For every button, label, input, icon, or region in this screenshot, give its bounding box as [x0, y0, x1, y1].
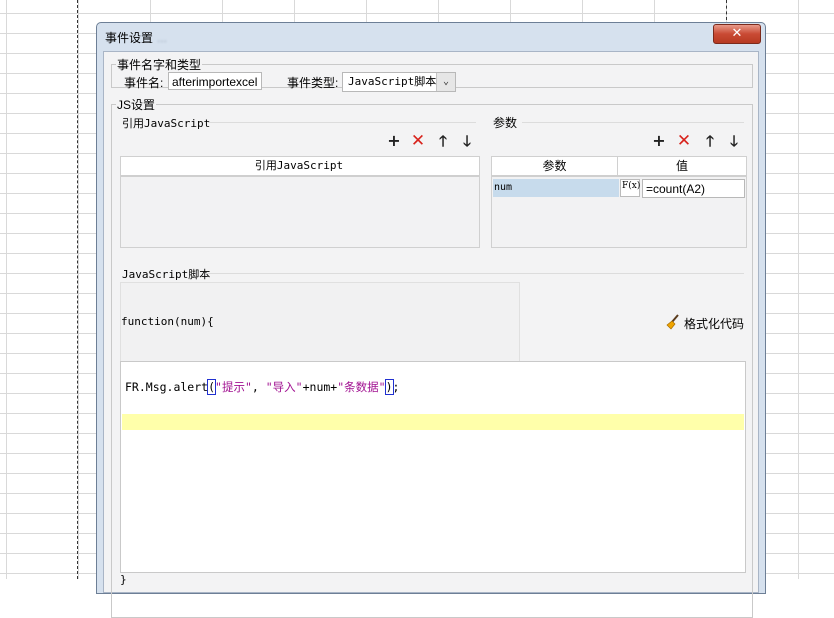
- dialog-content: 事件名字和类型 事件名: afterimportexcel 事件类型: Java…: [103, 51, 759, 618]
- param-value-column-header[interactable]: 值: [618, 157, 746, 175]
- script-footer-line: }: [120, 573, 127, 586]
- ref-js-move-down-button[interactable]: 🡓: [458, 132, 476, 150]
- page-break-line-right: [726, 0, 727, 20]
- format-code-button[interactable]: 格式化代码: [662, 312, 752, 332]
- params-add-button[interactable]: +: [650, 132, 668, 150]
- param-name: num: [494, 182, 513, 193]
- param-value-input[interactable]: =count(A2): [642, 179, 745, 198]
- dialog-title-suffix: ...: [157, 31, 168, 45]
- param-name-column-header[interactable]: 参数: [492, 157, 618, 175]
- params-delete-button[interactable]: ✕: [675, 132, 693, 150]
- page-break-line-left: [77, 0, 78, 579]
- dialog-title: 事件设置...: [105, 31, 168, 45]
- code-line-1: FR.Msg.alert("提示", "导入"+num+"条数据");: [125, 379, 400, 395]
- script-title: JavaScript脚本: [122, 268, 211, 281]
- chevron-down-icon[interactable]: ⌄: [436, 73, 455, 91]
- event-type-value: JavaScript脚本: [348, 75, 437, 88]
- ref-js-delete-button[interactable]: ✕: [409, 132, 427, 150]
- params-title-divider: [522, 122, 744, 123]
- ref-js-table-header: 引用JavaScript: [121, 157, 479, 177]
- params-title: 参数: [493, 116, 518, 130]
- ref-js-table[interactable]: 引用JavaScript: [120, 156, 480, 248]
- event-name-label: 事件名:: [124, 76, 164, 90]
- close-button[interactable]: ✕: [713, 24, 761, 44]
- ref-js-column-header[interactable]: 引用JavaScript: [121, 157, 477, 175]
- js-settings-legend: JS设置: [117, 98, 156, 112]
- script-header-line: function(num){: [121, 315, 214, 328]
- formula-editor-button[interactable]: F(x): [620, 179, 640, 197]
- format-code-label: 格式化代码: [684, 317, 745, 331]
- event-type-select[interactable]: JavaScript脚本 ⌄: [342, 72, 456, 92]
- formula-icon: F(x): [622, 181, 641, 191]
- params-move-down-button[interactable]: 🡓: [725, 132, 743, 150]
- event-type-label: 事件类型:: [287, 76, 339, 90]
- ref-js-title: 引用JavaScript: [122, 117, 211, 130]
- ref-js-add-button[interactable]: +: [385, 132, 403, 150]
- event-name-type-legend: 事件名字和类型: [117, 58, 202, 72]
- event-name-input[interactable]: afterimportexcel: [168, 72, 262, 90]
- script-title-divider: [206, 273, 744, 274]
- params-table[interactable]: 参数 值 num F(x) =count(A2): [491, 156, 747, 248]
- ref-js-move-up-button[interactable]: 🡑: [434, 132, 452, 150]
- params-table-header: 参数 值: [492, 157, 746, 177]
- current-line-highlight: [122, 414, 744, 430]
- event-settings-dialog: 事件设置... ✕ 事件名字和类型 事件名: afterimportexcel …: [96, 22, 766, 618]
- script-code-editor[interactable]: FR.Msg.alert("提示", "导入"+num+"条数据");: [120, 361, 746, 573]
- dialog-titlebar[interactable]: 事件设置... ✕: [97, 23, 765, 47]
- param-row-name-cell[interactable]: num: [493, 179, 619, 197]
- close-icon: ✕: [731, 26, 743, 41]
- ref-js-title-divider: [208, 122, 476, 123]
- broom-icon: [665, 314, 679, 330]
- params-move-up-button[interactable]: 🡑: [701, 132, 719, 150]
